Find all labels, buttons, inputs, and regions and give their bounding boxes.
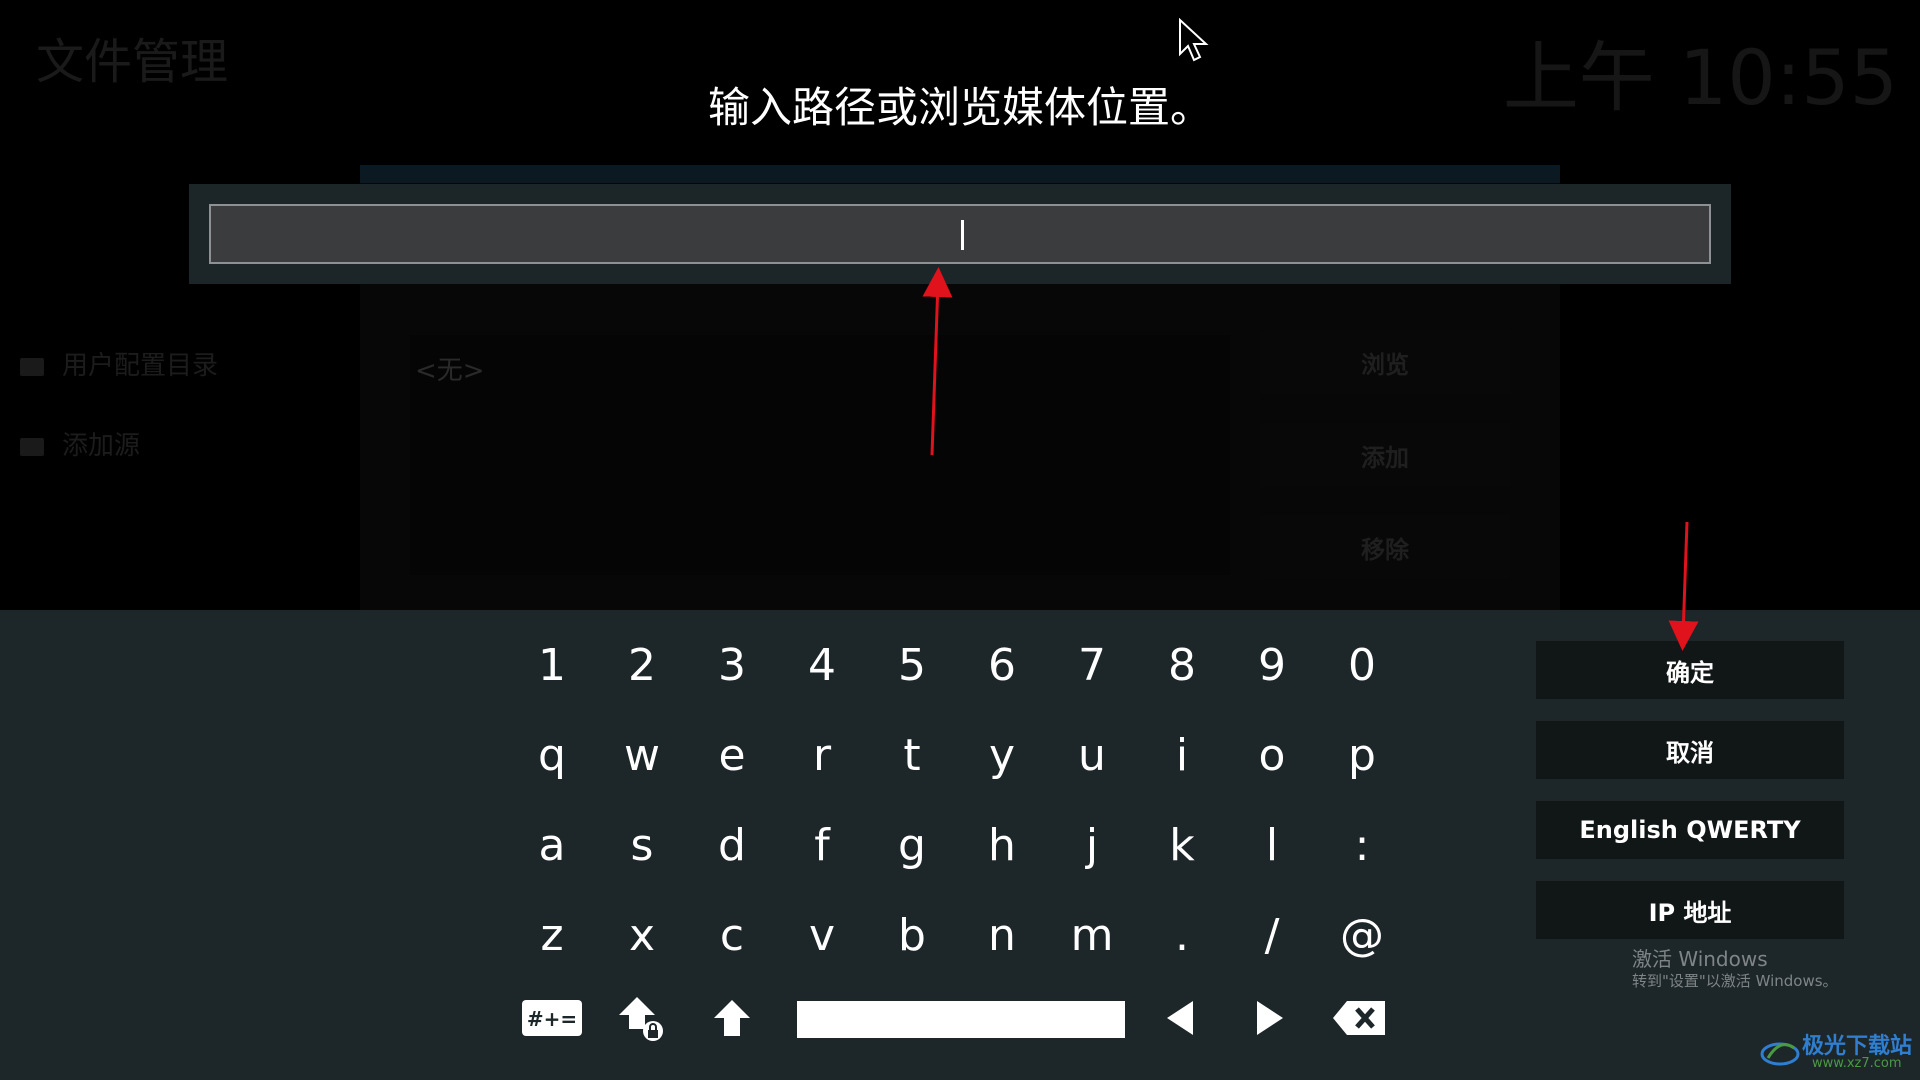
key-char[interactable]: k: [1138, 805, 1226, 885]
key-char[interactable]: r: [778, 715, 866, 795]
key-char[interactable]: i: [1138, 715, 1226, 795]
cancel-button[interactable]: 取消: [1536, 721, 1844, 779]
remove-button: 移除: [1260, 515, 1510, 579]
key-char[interactable]: @: [1318, 895, 1406, 975]
key-char[interactable]: y: [958, 715, 1046, 795]
key-char[interactable]: b: [868, 895, 956, 975]
key-char[interactable]: z: [508, 895, 596, 975]
source-list: [410, 335, 1230, 575]
key-digit[interactable]: 9: [1228, 625, 1316, 705]
key-char[interactable]: c: [688, 895, 776, 975]
ip-address-button[interactable]: IP 地址: [1536, 881, 1844, 939]
key-char[interactable]: j: [1048, 805, 1136, 885]
symbols-key[interactable]: #+=: [508, 978, 596, 1058]
key-digit[interactable]: 6: [958, 625, 1046, 705]
key-char[interactable]: n: [958, 895, 1046, 975]
on-screen-keyboard: 1 2 3 4 5 6 7 8 9 0 q w e r t y u i o p a s d f g h j k l: z x c v b n m. / @…: [0, 610, 1920, 1080]
key-char[interactable]: a: [508, 805, 596, 885]
key-char[interactable]: g: [868, 805, 956, 885]
browse-button: 浏览: [1260, 330, 1510, 394]
key-char[interactable]: f: [778, 805, 866, 885]
key-char[interactable]: p: [1318, 715, 1406, 795]
backspace-icon: [1333, 1001, 1385, 1035]
key-char[interactable]: v: [778, 895, 866, 975]
arrow-right-icon: [1257, 1001, 1283, 1035]
input-container: [189, 184, 1731, 284]
folder-icon: [20, 437, 44, 456]
key-char[interactable]: x: [598, 895, 686, 975]
key-digit[interactable]: 4: [778, 625, 866, 705]
space-key[interactable]: [797, 1001, 1125, 1038]
key-char[interactable]: /: [1228, 895, 1316, 975]
key-digit[interactable]: 0: [1318, 625, 1406, 705]
key-char[interactable]: .: [1138, 895, 1226, 975]
text-caret: [961, 220, 964, 250]
key-digit[interactable]: 3: [688, 625, 776, 705]
arrow-left-icon: [1167, 1001, 1193, 1035]
shift-icon: [714, 1000, 750, 1036]
site-logo-url: www.xz7.com: [1812, 1056, 1902, 1071]
key-char[interactable]: q: [508, 715, 596, 795]
key-char[interactable]: t: [868, 715, 956, 795]
caps-lock-icon: [619, 997, 663, 1041]
windows-activation-hint: 转到"设置"以激活 Windows。: [1632, 972, 1838, 990]
key-digit[interactable]: 8: [1138, 625, 1226, 705]
key-digit[interactable]: 7: [1048, 625, 1136, 705]
cursor-right-key[interactable]: [1226, 978, 1314, 1058]
mouse-pointer-icon: [1179, 18, 1209, 62]
background-panel-header: [360, 165, 1560, 183]
key-char[interactable]: w: [598, 715, 686, 795]
path-input[interactable]: [209, 204, 1711, 264]
key-char[interactable]: l: [1228, 805, 1316, 885]
key-char[interactable]: d: [688, 805, 776, 885]
backspace-key[interactable]: [1316, 978, 1404, 1058]
add-button: 添加: [1260, 423, 1510, 487]
windows-activation-title: 激活 Windows: [1632, 947, 1768, 971]
keyboard-layout-button[interactable]: English QWERTY: [1536, 801, 1844, 859]
symbols-icon: #+=: [522, 1000, 582, 1036]
svg-text:#+=: #+=: [527, 1007, 577, 1031]
key-digit[interactable]: 1: [508, 625, 596, 705]
source-list-empty: <无>: [415, 356, 485, 386]
key-char[interactable]: u: [1048, 715, 1136, 795]
key-char[interactable]: s: [598, 805, 686, 885]
key-char[interactable]: e: [688, 715, 776, 795]
key-char[interactable]: :: [1318, 805, 1406, 885]
folder-icon: [20, 357, 44, 376]
ok-button[interactable]: 确定: [1536, 641, 1844, 699]
sidebar-item-profile: 用户配置目录: [20, 345, 218, 382]
key-char[interactable]: o: [1228, 715, 1316, 795]
key-char[interactable]: h: [958, 805, 1046, 885]
cursor-left-key[interactable]: [1136, 978, 1224, 1058]
key-digit[interactable]: 5: [868, 625, 956, 705]
dialog-heading: 输入路径或浏览媒体位置。: [707, 83, 1212, 132]
caps-lock-key[interactable]: [598, 978, 686, 1058]
key-digit[interactable]: 2: [598, 625, 686, 705]
sidebar-item-add-source: 添加源: [20, 425, 140, 462]
shift-key[interactable]: [688, 978, 776, 1058]
key-char[interactable]: m: [1048, 895, 1136, 975]
